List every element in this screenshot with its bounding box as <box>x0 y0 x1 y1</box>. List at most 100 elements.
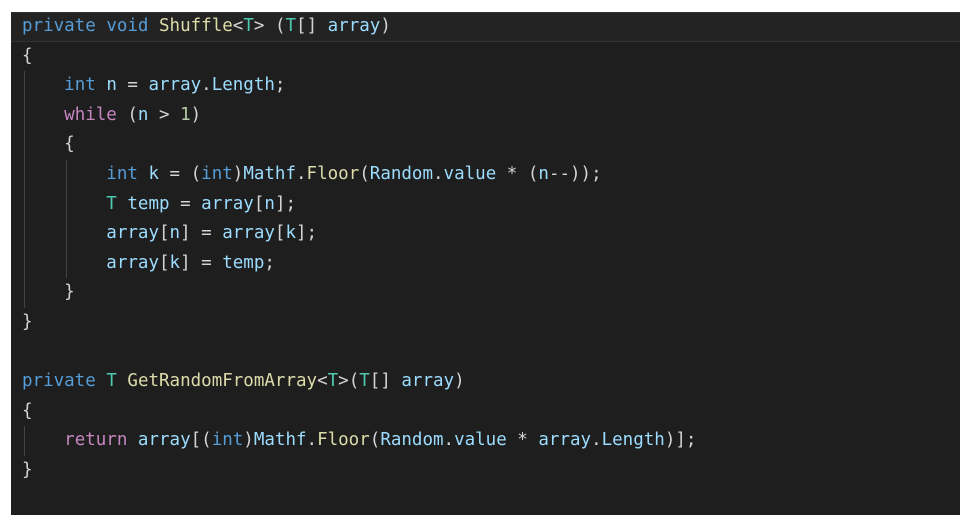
token-punctuation: . <box>296 163 307 184</box>
code-line[interactable]: } <box>11 308 960 338</box>
token-punctuation: { <box>64 134 75 155</box>
code-line[interactable]: int k = (int)Mathf.Floor(Random.value * … <box>11 160 960 190</box>
token-punctuation <box>22 164 106 184</box>
token-keyword: int <box>211 430 244 451</box>
token-type: T <box>106 193 117 214</box>
token-punctuation: { <box>22 400 33 421</box>
code-block[interactable]: private void Shuffle<T> (T[] array){ int… <box>11 12 960 486</box>
token-variable: n <box>538 163 549 184</box>
token-punctuation <box>22 223 106 243</box>
token-punctuation: [] <box>296 16 328 36</box>
code-editor-pane[interactable]: private void Shuffle<T> (T[] array){ int… <box>11 12 960 515</box>
token-punctuation: [] <box>369 371 402 392</box>
token-type: T <box>106 371 117 392</box>
token-punctuation: = <box>169 193 202 214</box>
token-variable: array <box>538 430 592 451</box>
token-punctuation: ] = <box>180 223 223 244</box>
token-punctuation: } <box>64 282 75 303</box>
token-function: Floor <box>317 430 370 451</box>
token-variable: Mathf <box>253 430 307 451</box>
code-line[interactable]: { <box>11 42 960 72</box>
token-variable: n <box>169 223 181 244</box>
token-punctuation: } <box>22 459 33 480</box>
token-variable: value <box>454 430 507 451</box>
token-punctuation: ( <box>116 104 138 125</box>
token-punctuation <box>96 371 107 391</box>
token-variable: n <box>106 75 117 96</box>
token-punctuation: ) <box>243 430 254 451</box>
token-punctuation: ) <box>380 16 391 36</box>
token-type: T <box>327 371 339 392</box>
code-line[interactable]: private T GetRandomFromArray<T>(T[] arra… <box>11 367 960 397</box>
token-type: T <box>285 16 297 36</box>
code-line[interactable]: } <box>11 278 960 308</box>
code-line[interactable]: while (n > 1) <box>11 101 960 131</box>
token-punctuation: ) <box>190 104 202 125</box>
code-line[interactable] <box>11 338 960 368</box>
token-variable: array <box>222 223 275 244</box>
token-punctuation: ] = <box>180 252 223 273</box>
token-function: GetRandomFromArray <box>127 371 318 392</box>
token-variable: temp <box>127 193 170 214</box>
token-number: 1 <box>180 104 191 125</box>
token-variable: k <box>285 223 297 244</box>
token-punctuation: )]; <box>664 430 697 451</box>
token-punctuation: * ( <box>496 163 539 184</box>
token-punctuation: [ <box>158 252 170 273</box>
code-line[interactable]: private void Shuffle<T> (T[] array) <box>11 12 960 42</box>
token-variable: Length <box>211 75 275 96</box>
token-punctuation <box>148 16 159 36</box>
token-punctuation: >( <box>338 371 360 392</box>
token-punctuation <box>96 75 107 95</box>
token-function: Shuffle <box>159 16 233 36</box>
token-variable: n <box>137 104 149 125</box>
code-line[interactable]: { <box>11 397 960 427</box>
token-punctuation: ) <box>454 371 465 392</box>
token-keyword: private <box>22 16 96 36</box>
token-punctuation: < <box>317 371 328 392</box>
token-type: T <box>359 371 370 392</box>
code-line[interactable]: T temp = array[n]; <box>11 190 960 220</box>
code-line[interactable]: } <box>11 456 960 486</box>
token-punctuation: * <box>506 430 539 451</box>
token-variable: array <box>148 75 202 96</box>
code-line[interactable]: int n = array.Length; <box>11 71 960 101</box>
token-punctuation: ]; <box>296 223 318 244</box>
token-punctuation: { <box>22 45 33 66</box>
token-variable: k <box>169 252 181 273</box>
token-punctuation: . <box>443 430 455 451</box>
token-punctuation <box>96 16 107 36</box>
token-punctuation: ; <box>264 252 275 273</box>
token-punctuation <box>22 75 64 95</box>
code-line[interactable]: { <box>11 130 960 160</box>
token-control: while <box>64 104 117 125</box>
token-variable: Random <box>380 430 444 451</box>
token-punctuation: [ <box>253 193 265 214</box>
token-punctuation <box>22 253 106 273</box>
token-variable: value <box>443 163 497 184</box>
token-punctuation: [( <box>190 430 212 451</box>
token-keyword: int <box>64 75 96 96</box>
token-keyword: private <box>22 371 96 392</box>
token-variable: Mathf <box>243 163 296 184</box>
token-punctuation: ( <box>369 430 381 451</box>
token-variable: Random <box>369 163 433 184</box>
token-keyword: void <box>106 16 149 36</box>
token-type: T <box>243 16 254 36</box>
token-punctuation <box>127 430 138 450</box>
code-line[interactable]: array[k] = temp; <box>11 249 960 279</box>
token-keyword: int <box>201 163 233 184</box>
token-punctuation: > ( <box>253 16 286 36</box>
token-variable: array <box>106 223 159 244</box>
token-punctuation: --)); <box>548 163 602 184</box>
token-punctuation: ) <box>232 163 244 184</box>
token-punctuation <box>22 282 64 302</box>
code-line[interactable]: array[n] = array[k]; <box>11 219 960 249</box>
token-punctuation: [ <box>274 223 286 244</box>
token-variable: array <box>327 16 381 36</box>
token-punctuation: > <box>148 104 181 125</box>
code-line[interactable]: return array[(int)Mathf.Floor(Random.val… <box>11 426 960 456</box>
token-punctuation: . <box>306 430 318 451</box>
token-punctuation: } <box>22 311 33 332</box>
token-punctuation: = ( <box>159 163 202 184</box>
